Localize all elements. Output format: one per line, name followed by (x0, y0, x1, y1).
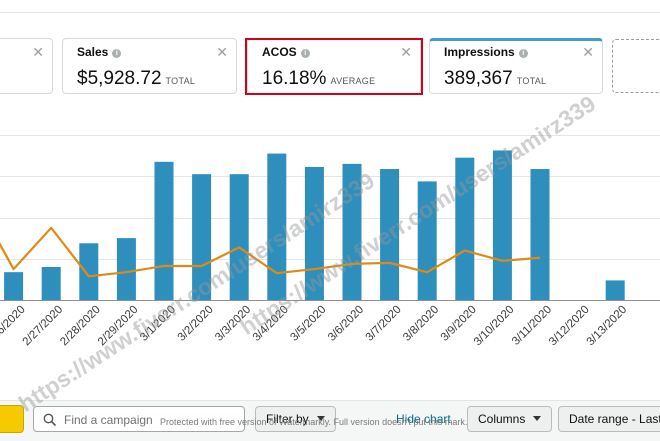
chart-bar (455, 157, 475, 300)
x-tick-label: 3/8/2020 (401, 304, 441, 344)
close-icon[interactable]: ✕ (400, 44, 412, 61)
card-unit: TOTAL (165, 76, 196, 86)
card-value: $5,928.72 TOTAL (77, 68, 196, 89)
chart-bar (304, 166, 324, 300)
chart-bar (116, 238, 136, 300)
metric-card-sales[interactable]: Sales i ✕ $5,928.72 TOTAL (62, 38, 237, 94)
info-icon[interactable]: i (300, 49, 310, 58)
chart-bar (380, 169, 400, 300)
card-value: 389,367 TOTAL (444, 68, 547, 89)
add-metric-card[interactable] (612, 39, 660, 93)
header-divider (0, 12, 660, 13)
metric-card-acos[interactable]: ACOS i ✕ 16.18% AVERAGE (247, 38, 421, 94)
chart-bar (492, 150, 512, 300)
info-icon[interactable]: i (518, 49, 528, 58)
x-tick-label: 3/7/2020 (364, 304, 404, 344)
chart-bar (530, 169, 550, 300)
search-icon (43, 413, 57, 427)
chart-bar (79, 243, 99, 300)
chart-bar (267, 153, 287, 300)
x-tick-label: 3/10/2020 (472, 304, 517, 349)
chart-bar (4, 272, 24, 300)
chart-bar (229, 174, 249, 300)
chart-bar (154, 161, 174, 300)
chart-bar (417, 181, 437, 300)
watermark-notice: Protected with free version of Watermark… (160, 417, 468, 427)
x-tick-label: 3/1/2020 (138, 304, 178, 344)
chart-bar (192, 174, 212, 300)
metric-card-impressions[interactable]: Impressions i ✕ 389,367 TOTAL (429, 38, 603, 94)
performance-chart: 2/25/20202/26/20202/27/20202/28/20202/29… (0, 135, 660, 349)
chevron-down-icon (533, 416, 542, 421)
x-tick-label: 3/5/2020 (288, 304, 328, 344)
x-tick-label: 3/12/2020 (547, 304, 592, 349)
card-unit: TOTAL (516, 76, 547, 86)
x-tick-label: 3/2/2020 (176, 304, 216, 344)
columns-button[interactable]: Columns (467, 406, 553, 432)
x-tick-label: 3/6/2020 (326, 304, 366, 344)
card-value: 16.18% AVERAGE (262, 68, 376, 89)
x-tick-label: 2/28/2020 (58, 304, 103, 349)
card-unit: AVERAGE (330, 76, 376, 86)
card-title: Impressions i (444, 45, 528, 59)
chart-bar (605, 280, 625, 300)
close-icon[interactable]: ✕ (216, 44, 228, 61)
close-icon[interactable]: ✕ (32, 44, 44, 61)
card-title: Sales i (77, 45, 122, 59)
dropdown-button[interactable] (0, 405, 24, 433)
x-tick-label: 2/29/2020 (96, 304, 141, 349)
close-icon[interactable]: ✕ (582, 44, 594, 61)
x-tick-label: 2/27/2020 (21, 304, 66, 349)
date-range-button[interactable]: Date range - Last (558, 406, 660, 432)
info-icon[interactable]: i (112, 49, 122, 58)
chart-bar (41, 267, 61, 300)
x-tick-label: 3/13/2020 (585, 304, 630, 349)
card-title: ACOS i (262, 45, 310, 59)
chart-bar (342, 163, 362, 300)
x-tick-label: 3/3/2020 (213, 304, 253, 344)
metric-card-partial[interactable]: ✕ (0, 38, 53, 94)
x-tick-label: 3/4/2020 (251, 304, 291, 344)
